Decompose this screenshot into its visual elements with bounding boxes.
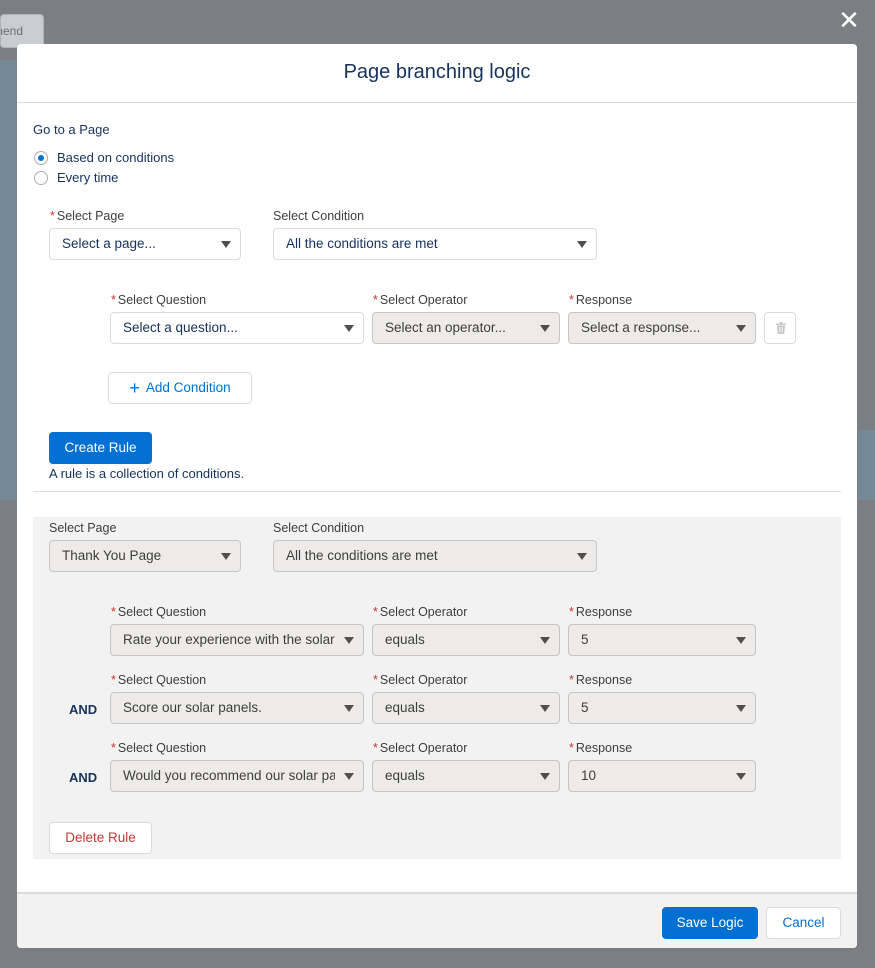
delete-condition-button[interactable]: [764, 312, 796, 344]
select-page-label: * Select Page: [50, 209, 125, 223]
branching-logic-modal: Page branching logic Go to a Page Based …: [17, 44, 857, 948]
select-operator-label: * Select Operator: [373, 673, 468, 687]
save-logic-button[interactable]: Save Logic: [662, 907, 758, 939]
select-question-label: * Select Question: [111, 673, 207, 687]
section-divider: [33, 491, 841, 492]
rule-question-dropdown[interactable]: Would you recommend our solar panels: [110, 760, 364, 792]
chevron-down-icon: [221, 553, 231, 560]
rule-response-dropdown[interactable]: 5: [568, 624, 756, 656]
rule-response-dropdown[interactable]: 5: [568, 692, 756, 724]
radio-based-on-conditions[interactable]: Based on conditions: [34, 150, 174, 165]
go-to-page-label: Go to a Page: [33, 122, 110, 137]
chevron-down-icon: [344, 773, 354, 780]
modal-title: Page branching logic: [17, 44, 857, 103]
response-label: * Response: [569, 673, 633, 687]
chevron-down-icon: [736, 705, 746, 712]
backdrop-tab: mend: [0, 14, 44, 48]
select-question-label: * Select Question: [111, 293, 207, 307]
close-icon[interactable]: ✕: [837, 7, 861, 33]
rule-operator-dropdown[interactable]: equals: [372, 692, 560, 724]
chevron-down-icon: [344, 325, 354, 332]
radio-label: Every time: [57, 170, 119, 185]
chevron-down-icon: [540, 637, 550, 644]
rule-operator-dropdown[interactable]: equals: [372, 760, 560, 792]
response-dropdown[interactable]: Select a response...: [568, 312, 756, 344]
rule-question-dropdown[interactable]: Score our solar panels.: [110, 692, 364, 724]
radio-unchecked-icon[interactable]: [34, 170, 48, 185]
chevron-down-icon: [577, 241, 587, 248]
and-connector: AND: [69, 702, 98, 717]
add-icon: +: [129, 378, 140, 398]
select-operator-label: * Select Operator: [373, 741, 468, 755]
radio-checked-icon[interactable]: [34, 150, 48, 165]
radio-label: Based on conditions: [57, 150, 175, 165]
select-question-label: * Select Question: [111, 741, 207, 755]
and-connector: AND: [69, 770, 98, 785]
chevron-down-icon: [736, 637, 746, 644]
rule-condition-dropdown[interactable]: All the conditions are met: [273, 540, 597, 572]
chevron-down-icon: [577, 553, 587, 560]
select-operator-label: * Select Operator: [373, 605, 468, 619]
chevron-down-icon: [736, 325, 746, 332]
rule-response-dropdown[interactable]: 10: [568, 760, 756, 792]
select-page-dropdown[interactable]: Select a page...: [49, 228, 241, 260]
response-label: * Response: [569, 741, 633, 755]
modal-body: Go to a Page Based on conditions Every t…: [17, 103, 857, 891]
modal-footer: Save Logic Cancel: [17, 892, 857, 948]
backdrop-panel: [858, 430, 875, 500]
rule-question-dropdown[interactable]: Rate your experience with the solar pane…: [110, 624, 364, 656]
chevron-down-icon: [344, 637, 354, 644]
select-question-label: * Select Question: [111, 605, 207, 619]
chevron-down-icon: [736, 773, 746, 780]
create-rule-button[interactable]: Create Rule: [49, 432, 152, 464]
response-label: * Response: [569, 293, 633, 307]
delete-rule-button[interactable]: Delete Rule: [49, 822, 152, 854]
chevron-down-icon: [540, 705, 550, 712]
select-condition-label: Select Condition: [273, 209, 365, 223]
chevron-down-icon: [221, 241, 231, 248]
select-page-label: Select Page: [49, 521, 117, 535]
chevron-down-icon: [540, 325, 550, 332]
cancel-button[interactable]: Cancel: [766, 907, 841, 939]
chevron-down-icon: [344, 705, 354, 712]
rule-help-text: A rule is a collection of conditions.: [49, 466, 245, 481]
trash-icon: [776, 322, 786, 334]
response-label: * Response: [569, 605, 633, 619]
radio-every-time[interactable]: Every time: [34, 170, 118, 185]
select-operator-dropdown[interactable]: Select an operator...: [372, 312, 560, 344]
select-condition-dropdown[interactable]: All the conditions are met: [273, 228, 597, 260]
existing-rule-panel: Select Page Thank You Page Select Condit…: [33, 517, 841, 859]
add-condition-button[interactable]: + Add Condition: [108, 372, 252, 404]
rule-operator-dropdown[interactable]: equals: [372, 624, 560, 656]
select-condition-label: Select Condition: [273, 521, 365, 535]
select-question-dropdown[interactable]: Select a question...: [110, 312, 364, 344]
rule-page-dropdown[interactable]: Thank You Page: [49, 540, 241, 572]
chevron-down-icon: [540, 773, 550, 780]
select-operator-label: * Select Operator: [373, 293, 468, 307]
